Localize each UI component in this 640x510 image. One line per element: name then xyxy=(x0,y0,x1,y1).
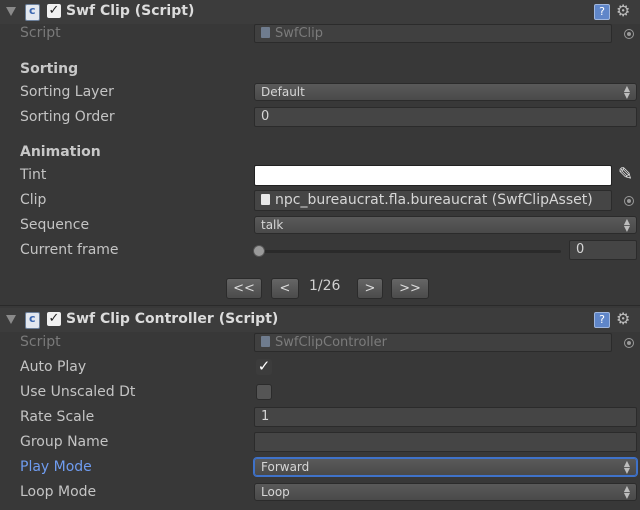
loop-mode-dropdown[interactable]: Loop ▲ ▼ xyxy=(254,483,637,501)
tint-row: Tint ✎ xyxy=(0,164,640,189)
sequence-label: Sequence xyxy=(20,217,90,233)
sequence-value: talk xyxy=(261,218,284,232)
clip-field[interactable]: npc_bureaucrat.fla.bureaucrat (SwfClipAs… xyxy=(254,190,612,211)
animation-header: Animation xyxy=(20,144,101,160)
sorting-order-label: Sorting Order xyxy=(20,109,115,125)
use-unscaled-dt-checkbox[interactable] xyxy=(256,384,272,400)
play-mode-row: Play Mode Forward ▲ ▼ xyxy=(0,456,640,481)
auto-play-row: Auto Play ✓ xyxy=(0,356,640,381)
first-frame-button[interactable]: << xyxy=(226,278,262,299)
tint-label: Tint xyxy=(20,167,47,183)
rate-scale-label: Rate Scale xyxy=(20,409,95,425)
script-value: SwfClipController xyxy=(275,335,387,350)
object-picker-icon[interactable] xyxy=(624,338,634,348)
script-asset-icon xyxy=(261,27,270,38)
help-icon[interactable]: ? xyxy=(594,312,610,328)
object-picker-icon[interactable] xyxy=(624,29,634,39)
clip-asset-icon xyxy=(261,194,270,205)
group-name-input[interactable] xyxy=(254,432,637,452)
dropdown-arrows-icon: ▲ ▼ xyxy=(623,84,630,100)
component-divider xyxy=(0,305,640,306)
sorting-header: Sorting xyxy=(20,61,79,77)
sorting-layer-label: Sorting Layer xyxy=(20,84,114,100)
dropdown-arrows-icon: ▲ ▼ xyxy=(623,484,630,500)
tint-color-swatch[interactable] xyxy=(254,165,612,186)
swf-clip-controller-header[interactable]: ✓ Swf Clip Controller (Script) ? ⚙ xyxy=(0,308,640,332)
play-mode-label: Play Mode xyxy=(20,459,92,475)
help-icon[interactable]: ? xyxy=(594,4,610,20)
script-label: Script xyxy=(20,334,61,350)
eyedropper-icon[interactable]: ✎ xyxy=(618,164,633,185)
clip-value: npc_bureaucrat.fla.bureaucrat (SwfClipAs… xyxy=(275,192,593,208)
sorting-layer-dropdown[interactable]: Default ▲ ▼ xyxy=(254,83,637,101)
play-mode-value: Forward xyxy=(261,460,310,474)
use-unscaled-dt-row: Use Unscaled Dt xyxy=(0,381,640,406)
foldout-arrow-icon[interactable] xyxy=(6,7,16,16)
sorting-layer-value: Default xyxy=(261,85,305,99)
sorting-order-input[interactable]: 0 xyxy=(254,107,637,127)
auto-play-checkbox[interactable]: ✓ xyxy=(256,359,272,375)
loop-mode-label: Loop Mode xyxy=(20,484,97,500)
controller-script-row: Script SwfClipController xyxy=(0,331,640,356)
use-unscaled-dt-label: Use Unscaled Dt xyxy=(20,384,136,400)
script-field[interactable]: SwfClip xyxy=(254,24,612,43)
script-value: SwfClip xyxy=(275,26,324,41)
script-icon xyxy=(25,4,40,21)
current-frame-row: Current frame 0 xyxy=(0,239,640,264)
frame-slider-track[interactable] xyxy=(256,250,561,253)
component-title: Swf Clip (Script) xyxy=(66,3,195,19)
rate-scale-row: Rate Scale 1 xyxy=(0,406,640,431)
group-name-row: Group Name xyxy=(0,431,640,456)
swf-clip-header[interactable]: ✓ Swf Clip (Script) ? ⚙ xyxy=(0,0,640,24)
script-asset-icon xyxy=(261,336,270,347)
frame-counter: 1/26 xyxy=(309,278,341,294)
dropdown-arrows-icon: ▲ ▼ xyxy=(623,459,630,475)
prev-frame-button[interactable]: < xyxy=(271,278,299,299)
object-picker-icon[interactable] xyxy=(624,196,634,206)
next-frame-button[interactable]: > xyxy=(357,278,383,299)
last-frame-button[interactable]: >> xyxy=(391,278,429,299)
sorting-order-row: Sorting Order 0 xyxy=(0,106,640,131)
clip-label: Clip xyxy=(20,192,47,208)
current-frame-label: Current frame xyxy=(20,242,119,258)
script-label: Script xyxy=(20,25,61,41)
auto-play-label: Auto Play xyxy=(20,359,87,375)
sequence-dropdown[interactable]: talk ▲ ▼ xyxy=(254,216,637,234)
loop-mode-row: Loop Mode Loop ▲ ▼ xyxy=(0,481,640,506)
group-name-label: Group Name xyxy=(20,434,109,450)
play-mode-dropdown[interactable]: Forward ▲ ▼ xyxy=(254,458,637,476)
gear-icon[interactable]: ⚙ xyxy=(616,309,630,328)
sorting-layer-row: Sorting Layer Default ▲ ▼ xyxy=(0,81,640,106)
rate-scale-input[interactable]: 1 xyxy=(254,407,637,427)
component-enabled-checkbox[interactable]: ✓ xyxy=(47,312,61,326)
clip-row: Clip npc_bureaucrat.fla.bureaucrat (SwfC… xyxy=(0,189,640,214)
foldout-arrow-icon[interactable] xyxy=(6,315,16,324)
dropdown-arrows-icon: ▲ ▼ xyxy=(623,217,630,233)
script-field[interactable]: SwfClipController xyxy=(254,333,612,352)
sequence-row: Sequence talk ▲ ▼ xyxy=(0,214,640,239)
current-frame-input[interactable]: 0 xyxy=(569,240,637,260)
gear-icon[interactable]: ⚙ xyxy=(616,1,630,20)
frame-slider-thumb[interactable] xyxy=(253,245,265,257)
component-enabled-checkbox[interactable]: ✓ xyxy=(47,4,61,18)
loop-mode-value: Loop xyxy=(261,485,290,499)
script-row: Script SwfClip xyxy=(0,22,640,47)
script-icon xyxy=(25,312,40,329)
component-title: Swf Clip Controller (Script) xyxy=(66,311,279,327)
